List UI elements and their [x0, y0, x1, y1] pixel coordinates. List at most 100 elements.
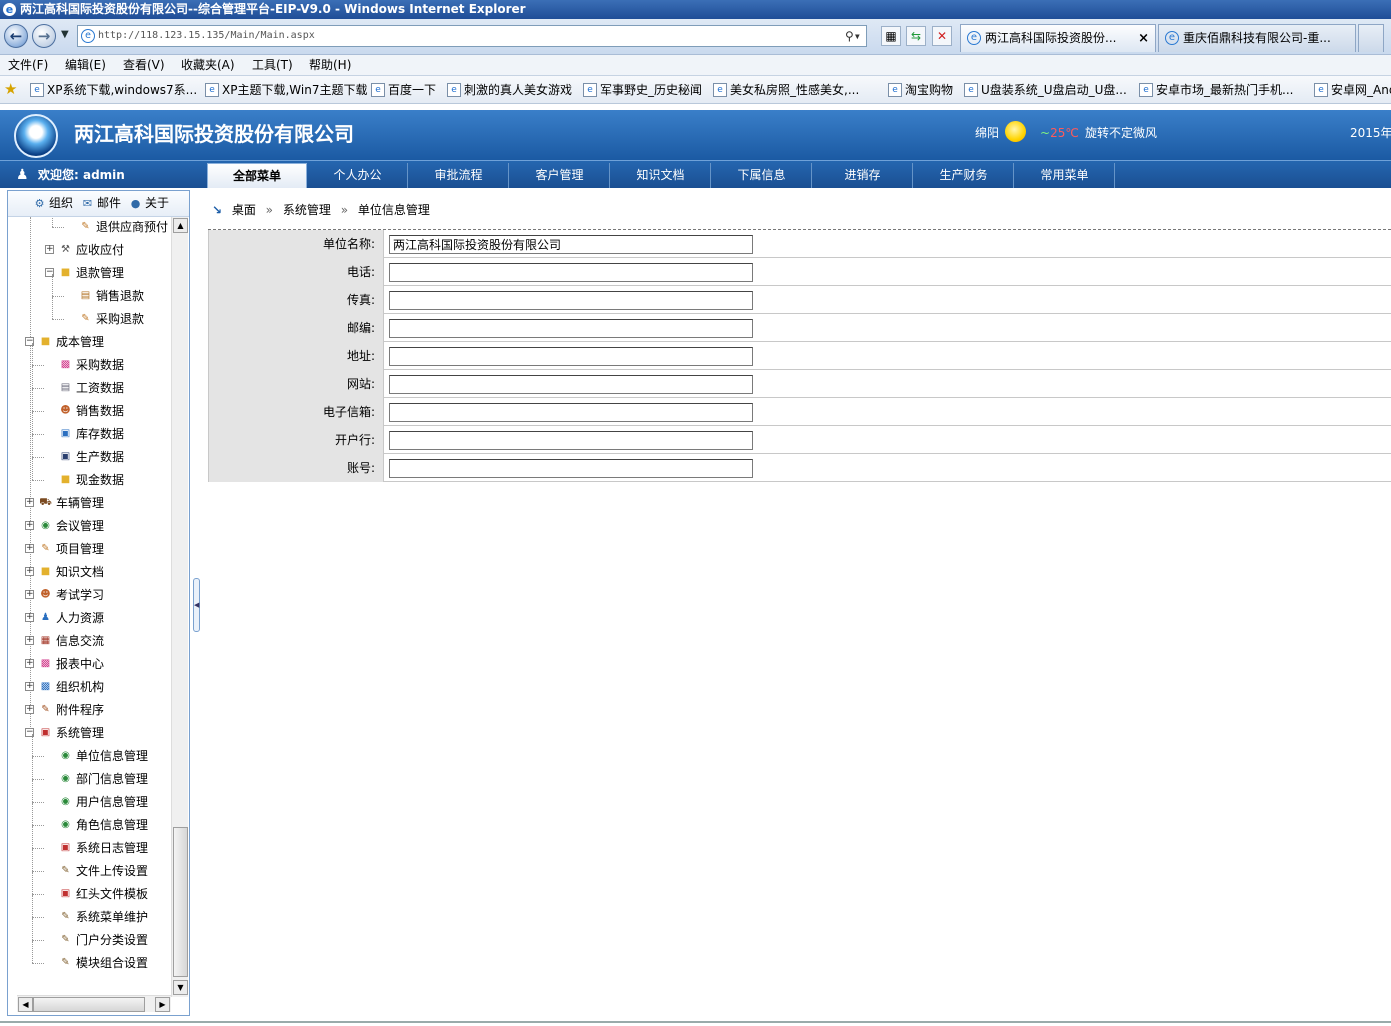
menu-edit[interactable]: 编辑(E) [65, 57, 106, 74]
expand-icon[interactable]: + [25, 636, 34, 645]
tree-line [32, 872, 33, 894]
fax-input[interactable] [389, 291, 753, 310]
bank-input[interactable] [389, 431, 753, 450]
compat-view-icon[interactable]: ▦ [881, 26, 901, 46]
nav-tab-customers[interactable]: 客户管理 [510, 163, 610, 188]
address-bar[interactable]: e http://118.123.15.135/Main/Main.aspx ⚲… [77, 25, 867, 47]
email-input[interactable] [389, 403, 753, 422]
favorite-link[interactable]: e U盘装系统_U盘启动_U盘... [964, 82, 1127, 98]
nav-tab-knowledge[interactable]: 知识文档 [611, 163, 711, 188]
breadcrumb-system[interactable]: 系统管理 [283, 203, 331, 217]
panel-collapse-handle[interactable]: ◀ [193, 578, 200, 632]
tree-node[interactable]: + ⚒ 应收应付 [8, 240, 168, 260]
expand-icon[interactable]: + [25, 498, 34, 507]
website-input[interactable] [389, 375, 753, 394]
back-button[interactable]: ← [4, 24, 28, 48]
tree-horizontal-scrollbar[interactable]: ◀ ▶ [17, 995, 171, 1012]
phone-input[interactable] [389, 263, 753, 282]
favorite-link[interactable]: e 军事野史_历史秘闻 [583, 82, 702, 98]
expand-icon[interactable]: + [25, 682, 34, 691]
breadcrumb-desktop[interactable]: 桌面 [232, 203, 256, 217]
nav-tab-approval[interactable]: 审批流程 [409, 163, 509, 188]
users-icon: ☻ [40, 589, 51, 600]
tree-node[interactable]: ✎ 采购退款 [8, 297, 168, 329]
forward-button[interactable]: → [32, 24, 56, 48]
tree-node[interactable]: + ▦ 信息交流 [8, 631, 168, 651]
scroll-left-icon[interactable]: ◀ [18, 997, 33, 1012]
page-icon: e [888, 83, 902, 97]
tree-node[interactable]: + ▩ 组织机构 [8, 677, 168, 697]
unit-name-input[interactable] [389, 235, 753, 254]
nav-tab-common[interactable]: 常用菜单 [1015, 163, 1115, 188]
tree-node[interactable]: − ■ 退款管理 [8, 263, 168, 283]
nav-tab-production-finance[interactable]: 生产财务 [914, 163, 1014, 188]
tree-vertical-scrollbar[interactable]: ▲ ▼ [171, 217, 188, 997]
expand-icon[interactable]: + [25, 544, 34, 553]
menu-help[interactable]: 帮助(H) [309, 57, 351, 74]
favorite-link[interactable]: e XP主题下载,Win7主题下载 [205, 82, 367, 98]
menu-view[interactable]: 查看(V) [123, 57, 165, 74]
tree-node[interactable]: + ✎ 附件程序 [8, 700, 168, 720]
favorites-star-icon[interactable]: ★ [4, 82, 17, 97]
search-icon[interactable]: ⚲▾ [845, 26, 861, 46]
tree-node[interactable]: ▤ 销售退款 [8, 274, 168, 306]
tree-node[interactable]: + ⛟ 车辆管理 [8, 493, 168, 513]
tab-label: 重庆佰鼎科技有限公司-重... [1183, 31, 1331, 45]
history-dropdown-icon[interactable]: ▼ [61, 29, 69, 40]
favorite-link[interactable]: e 刺激的真人美女游戏 [447, 82, 572, 98]
stop-icon[interactable]: ✕ [932, 26, 952, 46]
favorite-link[interactable]: e 百度一下 [371, 82, 436, 98]
expand-icon[interactable]: + [25, 613, 34, 622]
tree-node[interactable]: + ▩ 报表中心 [8, 654, 168, 674]
nav-tab-all-menu[interactable]: 全部菜单 [207, 163, 307, 188]
favorite-link[interactable]: e XP系统下载,windows7系... [30, 82, 197, 98]
refresh-icon[interactable]: ⇆ [906, 26, 926, 46]
expand-icon[interactable]: + [45, 245, 54, 254]
tree-node[interactable]: + ◉ 会议管理 [8, 516, 168, 536]
close-tab-icon[interactable]: × [1138, 25, 1149, 52]
expand-icon[interactable]: + [25, 567, 34, 576]
nav-tab-subordinates[interactable]: 下属信息 [712, 163, 812, 188]
account-input[interactable] [389, 459, 753, 478]
zip-input[interactable] [389, 319, 753, 338]
tree-node[interactable]: + ☻ 考试学习 [8, 585, 168, 605]
tree-line [32, 918, 33, 940]
address-input[interactable] [389, 347, 753, 366]
tree-node[interactable]: + ■ 知识文档 [8, 562, 168, 582]
tree-node[interactable]: ✎ 退供应商预付 [8, 217, 168, 237]
tree-node[interactable]: + ♟ 人力资源 [8, 608, 168, 628]
favorite-link[interactable]: e 淘宝购物 [888, 82, 953, 98]
nav-tab-inventory[interactable]: 进销存 [813, 163, 913, 188]
expand-icon[interactable]: + [25, 590, 34, 599]
menu-file[interactable]: 文件(F) [8, 57, 48, 74]
expand-icon[interactable]: + [25, 705, 34, 714]
about-link[interactable]: ● 关于 [128, 195, 169, 212]
window-titlebar: e 两江高科国际投资股份有限公司--综合管理平台-EIP-V9.0 - Wind… [0, 0, 1391, 19]
scroll-up-icon[interactable]: ▲ [173, 218, 188, 233]
org-link[interactable]: ⚙ 组织 [32, 195, 73, 212]
tree-node[interactable]: ■ 现金数据 [8, 458, 168, 490]
favorite-link[interactable]: e 安卓网_And [1314, 82, 1391, 98]
expand-icon[interactable]: + [25, 659, 34, 668]
nav-tab-personal[interactable]: 个人办公 [308, 163, 408, 188]
mail-link[interactable]: ✉ 邮件 [80, 195, 121, 212]
favorite-link[interactable]: e 安卓市场_最新热门手机... [1139, 82, 1293, 98]
scroll-thumb[interactable] [33, 997, 145, 1012]
tree-line [52, 217, 53, 227]
tree-node[interactable]: ✎ 模块组合设置 [8, 941, 168, 973]
form-row-bank: 开户行: [208, 426, 1391, 454]
tree-line [32, 848, 44, 849]
favorite-link[interactable]: e 美女私房照_性感美女,... [713, 82, 859, 98]
expand-icon[interactable]: + [25, 521, 34, 530]
tree-node[interactable]: + ✎ 项目管理 [8, 539, 168, 559]
browser-tab-1[interactable]: e 两江高科国际投资股份... × [960, 24, 1156, 52]
browser-tab-2[interactable]: e 重庆佰鼎科技有限公司-重... [1158, 24, 1356, 52]
menu-favorites[interactable]: 收藏夹(A) [181, 57, 235, 74]
scroll-thumb[interactable] [173, 827, 188, 977]
scroll-down-icon[interactable]: ▼ [173, 980, 188, 995]
new-tab-button[interactable] [1358, 24, 1384, 52]
menu-tools[interactable]: 工具(T) [252, 57, 293, 74]
scroll-right-icon[interactable]: ▶ [155, 997, 170, 1012]
tree-node-label: 生产数据 [76, 450, 125, 464]
tree-node-label: 知识文档 [56, 565, 105, 579]
